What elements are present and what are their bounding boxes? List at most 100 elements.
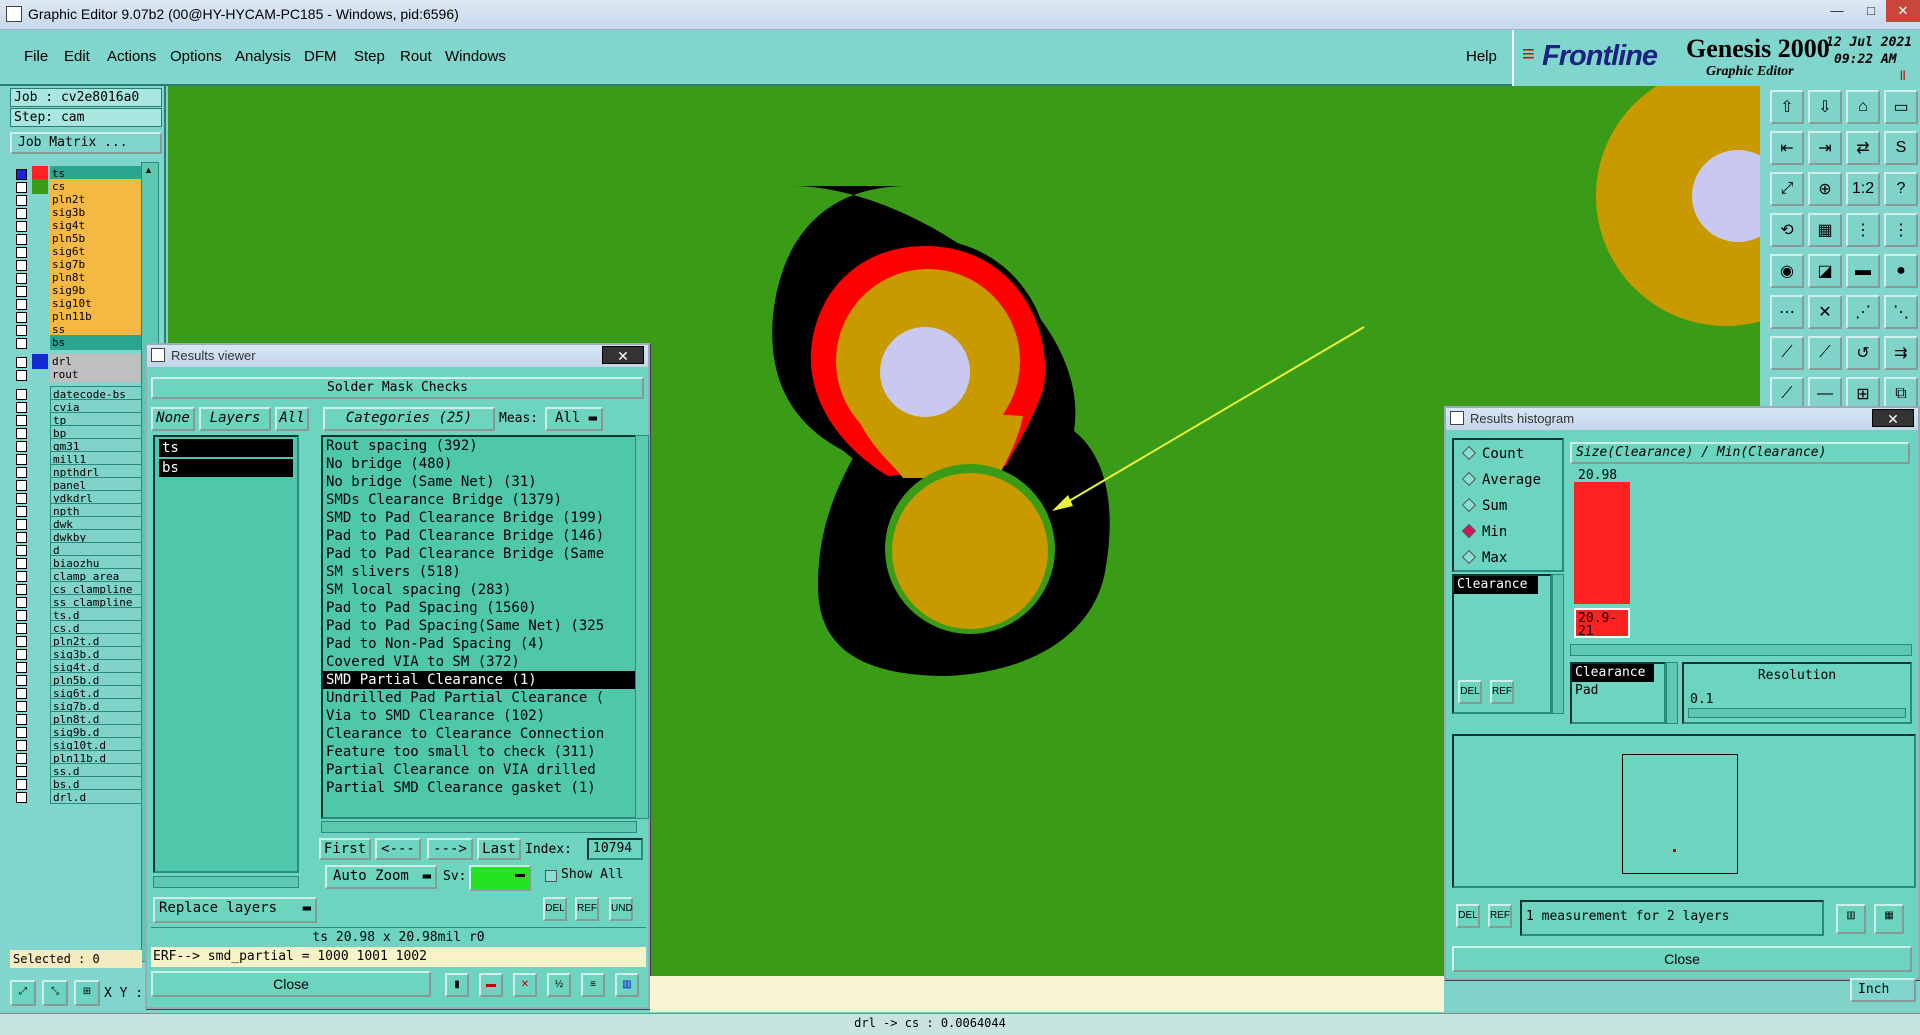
replace-layers-dropdown[interactable]: Replace layers ▬ xyxy=(153,897,317,923)
next-button[interactable]: ---> xyxy=(427,838,473,860)
layer-item-bs[interactable]: bs xyxy=(159,459,293,477)
option-count[interactable]: Count xyxy=(1461,445,1524,462)
category-item[interactable]: SMD Partial Clearance (1) xyxy=(323,671,635,689)
category-item[interactable]: Feature too small to check (311) xyxy=(323,743,635,761)
sv-color-dropdown[interactable]: ▬ xyxy=(469,865,531,891)
category-item[interactable]: Clearance to Clearance Connection xyxy=(323,725,635,743)
hist-del-icon[interactable]: DEL xyxy=(1458,680,1482,704)
histogram-chart-icon[interactable]: ▥ xyxy=(1836,904,1866,934)
option-max[interactable]: Max xyxy=(1461,549,1507,566)
layer-row-bs[interactable]: bs xyxy=(16,335,148,351)
menu-dfm[interactable]: DFM xyxy=(304,48,337,65)
hist-ref-icon[interactable]: REF xyxy=(1490,680,1514,704)
layer-row-drl.d[interactable]: drl.d xyxy=(16,789,148,805)
category-item[interactable]: SM local spacing (283) xyxy=(323,581,635,599)
first-button[interactable]: First xyxy=(319,838,371,860)
layer-checkbox[interactable] xyxy=(16,792,27,803)
del-icon[interactable]: DEL xyxy=(543,897,567,921)
chart-icon-4[interactable]: ½ xyxy=(547,973,571,997)
histogram-bar[interactable] xyxy=(1574,482,1630,604)
menu-help[interactable]: Help xyxy=(1466,48,1497,65)
category-item[interactable]: Undrilled Pad Partial Clearance ( xyxy=(323,689,635,707)
last-button[interactable]: Last xyxy=(477,838,521,860)
toolbar-tool-16-icon[interactable]: ⋮ xyxy=(1884,213,1918,247)
toolbar-tool-9-icon[interactable]: ⤢ xyxy=(1770,172,1804,206)
minimize-button[interactable]: — xyxy=(1820,0,1854,22)
categories-button[interactable]: Categories (25) xyxy=(323,407,495,431)
toolbar-tool-3-icon[interactable]: ⌂ xyxy=(1846,90,1880,124)
layer-item-ts[interactable]: ts xyxy=(159,439,293,457)
category-item[interactable]: SMD to Pad Clearance Bridge (199) xyxy=(323,509,635,527)
toolbar-tool-6-icon[interactable]: ⇥ xyxy=(1808,131,1842,165)
attribute-vscroll[interactable] xyxy=(1552,574,1564,714)
chart-icon-2[interactable]: ▬ xyxy=(479,973,503,997)
toolbar-tool-15-icon[interactable]: ⋮ xyxy=(1846,213,1880,247)
toolbar-tool-25-icon[interactable]: ⟋ xyxy=(1770,336,1804,370)
zoom-fit-icon[interactable]: ⤢ xyxy=(10,980,36,1006)
auto-zoom-dropdown[interactable]: Auto Zoom ▬ xyxy=(325,865,437,889)
category-item[interactable]: No bridge (480) xyxy=(323,455,635,473)
units-dropdown[interactable]: Inch xyxy=(1850,978,1916,1002)
toolbar-tool-26-icon[interactable]: ⟋ xyxy=(1808,336,1842,370)
toolbar-tool-21-icon[interactable]: ⋯ xyxy=(1770,295,1804,329)
histogram-export-icon[interactable]: ▦ xyxy=(1874,904,1904,934)
layer-checkbox[interactable] xyxy=(16,370,27,381)
zoom-area-icon[interactable]: ⤡ xyxy=(42,980,68,1006)
toolbar-tool-14-icon[interactable]: ▦ xyxy=(1808,213,1842,247)
close-window-button[interactable]: ✕ xyxy=(1886,0,1920,22)
layers-hscroll[interactable] xyxy=(153,876,299,888)
toolbar-tool-22-icon[interactable]: ✕ xyxy=(1808,295,1842,329)
layer-color-swatch[interactable] xyxy=(32,789,48,804)
bar-chart-icon[interactable]: ▥ xyxy=(615,973,639,997)
results-viewer-close-icon[interactable]: ✕ xyxy=(602,346,644,364)
toolbar-tool-8-icon[interactable]: S xyxy=(1884,131,1918,165)
menu-actions[interactable]: Actions xyxy=(107,48,156,65)
category-item[interactable]: Pad to Pad Spacing (1560) xyxy=(323,599,635,617)
menu-options[interactable]: Options xyxy=(170,48,222,65)
category-item[interactable]: Pad to Pad Clearance Bridge (Same xyxy=(323,545,635,563)
categories-list[interactable]: Rout spacing (392) No bridge (480) No brid… xyxy=(321,435,637,819)
histogram-close-button[interactable]: Close xyxy=(1452,946,1912,972)
chart-icon-1[interactable]: ▮ xyxy=(445,973,469,997)
type-list[interactable]: Clearance Pad xyxy=(1570,662,1666,724)
summary-del-icon[interactable]: DEL xyxy=(1456,904,1480,928)
option-average[interactable]: Average xyxy=(1461,471,1541,488)
grid-icon[interactable]: ⊞ xyxy=(74,980,100,1006)
toolbar-tool-7-icon[interactable]: ⇄ xyxy=(1846,131,1880,165)
layer-row-rout[interactable]: rout xyxy=(16,367,148,383)
layers-button[interactable]: Layers xyxy=(199,407,271,431)
chart-icon-5[interactable]: ≡ xyxy=(581,973,605,997)
type-item-pad[interactable]: Pad xyxy=(1572,682,1664,700)
meas-dropdown[interactable]: All ▬ xyxy=(545,407,603,431)
toolbar-tool-18-icon[interactable]: ◪ xyxy=(1808,254,1842,288)
all-button[interactable]: All xyxy=(275,407,309,431)
toolbar-tool-1-icon[interactable]: ⇧ xyxy=(1770,90,1804,124)
toolbar-tool-10-icon[interactable]: ⊕ xyxy=(1808,172,1842,206)
layers-list[interactable]: ts bs xyxy=(153,435,299,873)
menu-rout[interactable]: Rout xyxy=(400,48,432,65)
menu-step[interactable]: Step xyxy=(354,48,385,65)
layer-color-swatch[interactable] xyxy=(32,367,48,382)
category-item[interactable]: Pad to Pad Spacing(Same Net) (325 xyxy=(323,617,635,635)
show-all-checkbox[interactable] xyxy=(545,870,557,882)
option-sum[interactable]: Sum xyxy=(1461,497,1507,514)
toolbar-tool-5-icon[interactable]: ⇤ xyxy=(1770,131,1804,165)
menu-windows[interactable]: Windows xyxy=(445,48,506,65)
category-item[interactable]: Partial SMD Clearance gasket (1) xyxy=(323,779,635,797)
category-item[interactable]: Covered VIA to SM (372) xyxy=(323,653,635,671)
histogram-close-icon[interactable]: ✕ xyxy=(1872,409,1914,427)
category-item[interactable]: Partial Clearance on VIA drilled xyxy=(323,761,635,779)
ref-icon[interactable]: REF xyxy=(575,897,599,921)
toolbar-tool-17-icon[interactable]: ◉ xyxy=(1770,254,1804,288)
undo-icon[interactable]: UND xyxy=(609,897,633,921)
toolbar-tool-28-icon[interactable]: ⇉ xyxy=(1884,336,1918,370)
layer-checkbox[interactable] xyxy=(16,338,27,349)
summary-ref-icon[interactable]: REF xyxy=(1488,904,1512,928)
toolbar-tool-13-icon[interactable]: ⟲ xyxy=(1770,213,1804,247)
option-min[interactable]: Min xyxy=(1461,523,1507,540)
toolbar-tool-2-icon[interactable]: ⇩ xyxy=(1808,90,1842,124)
none-button[interactable]: None xyxy=(151,407,195,431)
toolbar-tool-19-icon[interactable]: ▬ xyxy=(1846,254,1880,288)
menu-file[interactable]: File xyxy=(24,48,48,65)
toolbar-tool-24-icon[interactable]: ⋱ xyxy=(1884,295,1918,329)
